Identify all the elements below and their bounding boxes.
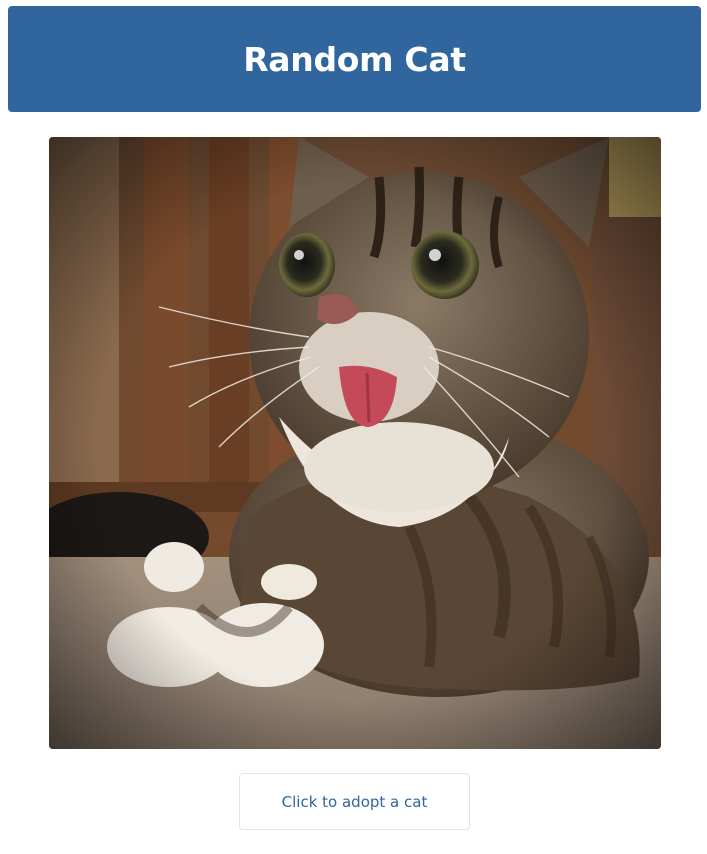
page-title: Random Cat — [243, 39, 466, 79]
cat-image — [49, 137, 661, 749]
header-banner: Random Cat — [8, 6, 701, 112]
adopt-cat-button[interactable]: Click to adopt a cat — [239, 773, 470, 830]
page: Random Cat Click to adopt a cat — [0, 0, 707, 854]
